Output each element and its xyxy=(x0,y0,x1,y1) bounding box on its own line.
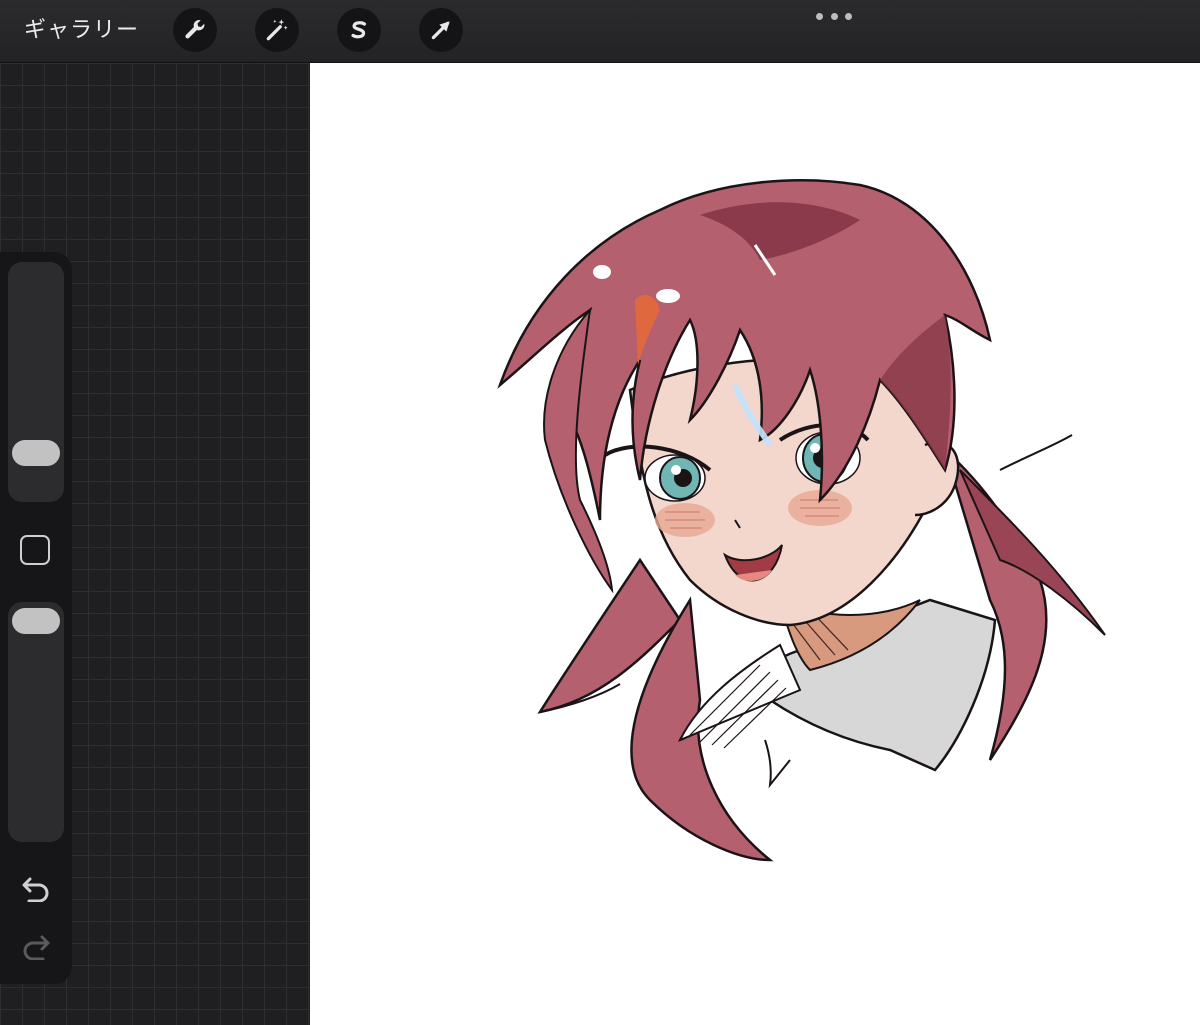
top-toolbar: ギャラリー xyxy=(0,0,1200,63)
drawing-canvas[interactable] xyxy=(310,63,1200,1025)
wrench-icon xyxy=(185,19,205,39)
modify-square-button[interactable] xyxy=(20,535,50,565)
opacity-thumb[interactable] xyxy=(12,608,60,634)
transform-button[interactable] xyxy=(419,8,463,52)
redo-icon xyxy=(23,935,50,960)
opacity-slider[interactable] xyxy=(8,602,64,842)
artwork xyxy=(497,179,1106,862)
gallery-button[interactable]: ギャラリー xyxy=(24,14,139,48)
actions-button[interactable] xyxy=(173,8,217,52)
magic-wand-icon xyxy=(266,19,288,41)
undo-button[interactable] xyxy=(18,874,54,904)
selection-button[interactable] xyxy=(337,8,381,52)
arrow-cursor-icon xyxy=(431,21,450,40)
adjustments-button[interactable] xyxy=(255,8,299,52)
ellipsis-icon xyxy=(816,12,823,20)
brush-size-slider[interactable] xyxy=(8,262,64,502)
more-options-button[interactable] xyxy=(816,8,852,24)
undo-icon xyxy=(22,877,49,902)
left-sidebar xyxy=(0,252,72,984)
brush-size-thumb[interactable] xyxy=(12,440,60,466)
redo-button[interactable] xyxy=(18,932,54,962)
s-selection-icon xyxy=(351,21,367,39)
